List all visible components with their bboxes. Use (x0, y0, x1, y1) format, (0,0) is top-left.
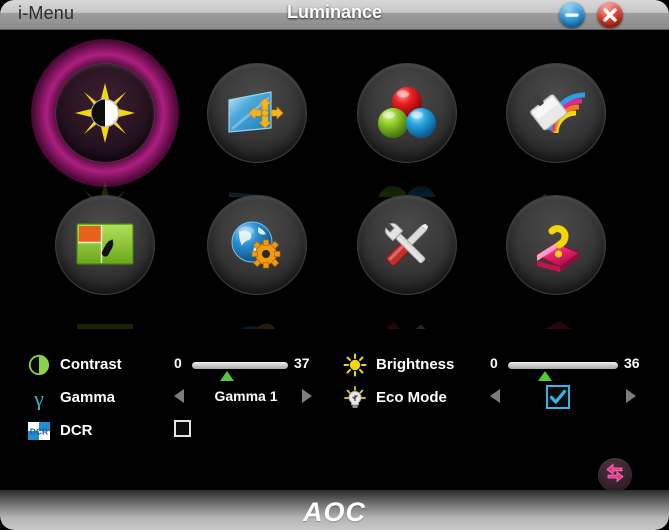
reset-button[interactable] (598, 458, 632, 492)
tile-reflection (207, 163, 307, 197)
title-bar: i-Menu Luminance (0, 0, 669, 30)
sun-contrast-icon-reflection (55, 163, 155, 197)
dcr-label: DCR (60, 422, 93, 439)
tile-reflection (506, 295, 606, 329)
control-row-dcr: DCR DCR (26, 418, 316, 452)
eco-mode-label: Eco Mode (376, 389, 447, 406)
menu-tile-osd-setup[interactable] (55, 195, 155, 329)
gamma-label: Gamma (60, 389, 116, 406)
paint-rainbow-icon-reflection (506, 163, 606, 197)
chevron-right-icon[interactable] (626, 389, 636, 403)
brightness-max-value: 36 (624, 355, 640, 371)
menu-tile-image-setup[interactable] (207, 63, 307, 197)
rgb-spheres-icon-reflection (357, 163, 457, 197)
menu-tile-extra[interactable] (357, 195, 457, 329)
chevron-left-icon[interactable] (174, 389, 184, 403)
contrast-min-value: 0 (174, 355, 182, 371)
gamma-value: Gamma 1 (214, 388, 278, 404)
screen-arrows-icon-reflection (207, 163, 307, 197)
gamma-symbol-icon: γ (26, 385, 52, 411)
tile-reflection (55, 295, 155, 329)
eco-mode-checkbox[interactable] (546, 385, 570, 409)
tile-reflection (207, 295, 307, 329)
close-icon (597, 2, 623, 28)
svg-text:γ: γ (33, 386, 44, 410)
reset-arrows-icon (603, 461, 627, 490)
contrast-circle-icon (26, 352, 52, 378)
tile-reflection (506, 163, 606, 197)
tile-reflection (357, 163, 457, 197)
menu-icon-grid (0, 30, 669, 330)
settings-controls: Contrast 0 37 Brightness 0 36 γ Gamma Ga… (0, 330, 669, 490)
chevron-left-icon[interactable] (490, 389, 500, 403)
dcr-badge-icon: DCR (26, 418, 52, 444)
eco-bulb-icon (342, 385, 368, 411)
rgb-spheres-icon (357, 63, 457, 163)
tile-reflection (357, 295, 457, 329)
control-row-eco-mode: Eco Mode (342, 385, 642, 419)
sun-icon (342, 352, 368, 378)
close-button[interactable] (597, 2, 623, 28)
dcr-checkbox[interactable] (174, 420, 191, 437)
globe-gear-icon-reflection (207, 295, 307, 329)
footer-bar: AOC (0, 490, 669, 530)
menu-tile-luminance[interactable] (31, 39, 179, 197)
aoc-logo: AOC (303, 497, 366, 527)
minimize-button[interactable] (559, 2, 585, 28)
control-row-contrast: Contrast 0 37 (26, 352, 316, 386)
menu-tile-language[interactable] (207, 195, 307, 329)
control-row-brightness: Brightness 0 36 (342, 352, 642, 386)
brightness-label: Brightness (376, 356, 455, 373)
control-row-gamma: γ Gamma Gamma 1 (26, 385, 316, 419)
pink-book-question-icon (506, 195, 606, 295)
contrast-label: Contrast (60, 356, 122, 373)
paint-rainbow-icon (506, 63, 606, 163)
screen-cursor-icon-reflection (55, 295, 155, 329)
contrast-slider-track[interactable] (192, 362, 288, 369)
chevron-right-icon[interactable] (302, 389, 312, 403)
brightness-slider-track[interactable] (508, 362, 618, 369)
minimize-icon (559, 2, 585, 28)
menu-tile-exit[interactable] (506, 195, 606, 329)
screen-arrows-icon (207, 63, 307, 163)
menu-tile-picture-boost[interactable] (506, 63, 606, 197)
tile-reflection (55, 163, 155, 197)
brightness-slider-thumb[interactable] (538, 371, 552, 381)
wrench-screwdriver-icon (357, 195, 457, 295)
contrast-slider-thumb[interactable] (220, 371, 234, 381)
sun-contrast-icon (55, 63, 155, 163)
pink-book-question-icon-reflection (506, 295, 606, 329)
contrast-max-value: 37 (294, 355, 310, 371)
screen-cursor-icon (55, 195, 155, 295)
wrench-screwdriver-icon-reflection (357, 295, 457, 329)
check-icon (549, 389, 567, 404)
i-menu-window: i-Menu Luminance Contrast 0 37 Brightnes… (0, 0, 669, 530)
menu-tile-color-setup[interactable] (357, 63, 457, 197)
svg-text:DCR: DCR (30, 427, 48, 437)
globe-gear-icon (207, 195, 307, 295)
brightness-min-value: 0 (490, 355, 498, 371)
